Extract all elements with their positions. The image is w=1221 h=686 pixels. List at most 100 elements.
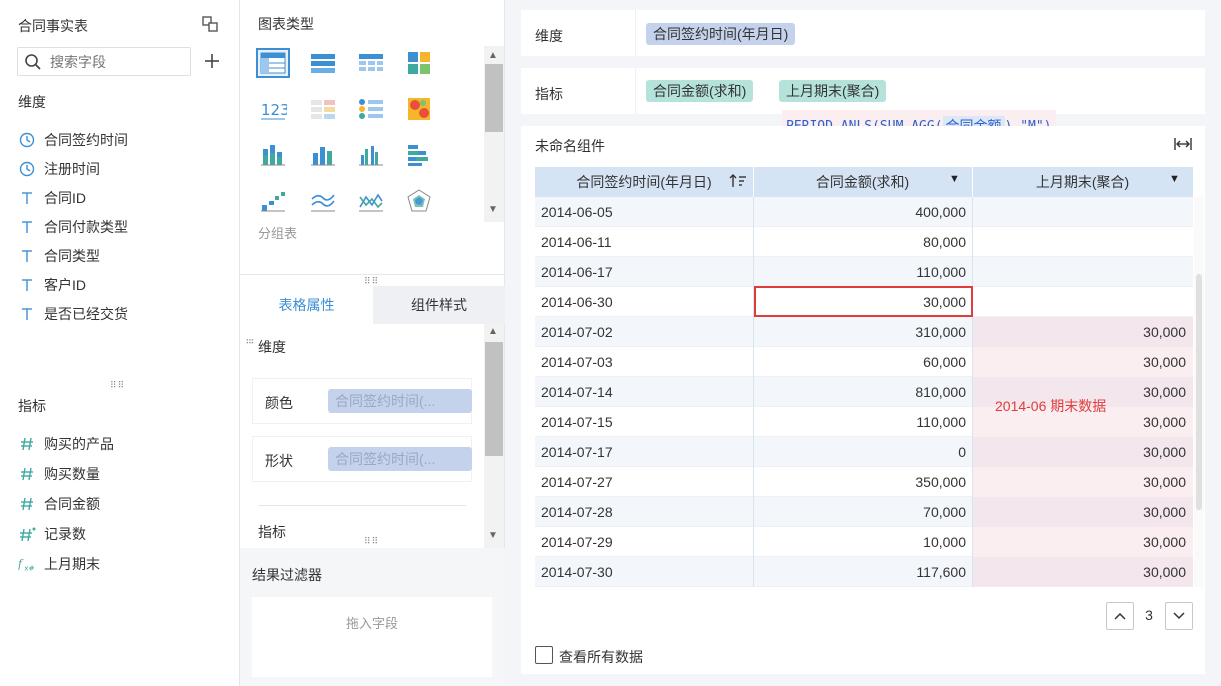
field-label: 记录数 [44,526,86,542]
metric-field[interactable]: f x# 上月期末 [18,552,100,576]
hash-icon [18,466,36,482]
metric-field[interactable]: 购买数量 [18,462,100,486]
text-field-icon [18,190,36,206]
table-row[interactable]: 2014-06-05 400,000 [535,197,1193,227]
metric-pill-last-month[interactable]: 上月期末(聚合) [779,80,887,102]
amount-cell: 10,000 [923,534,966,550]
column-header-date[interactable]: 合同签约时间(年月日) [535,167,753,197]
amount-cell: 810,000 [915,384,966,400]
heatmap-grid-icon[interactable] [402,48,436,78]
cross-table-icon[interactable] [306,48,340,78]
table-row[interactable]: 2014-07-29 10,000 30,000 [535,527,1193,557]
color-field-pill[interactable]: 合同签约时间(... [328,389,472,413]
search-box[interactable] [17,47,191,76]
dataset-title: 合同事实表 [18,18,88,34]
panel-resize-grip[interactable]: ⠿⠿ [364,536,379,547]
horizontal-bar-icon[interactable] [402,140,436,170]
shape-field-pill[interactable]: 合同签约时间(... [328,447,472,471]
record-count-icon [18,526,36,542]
table-row[interactable]: 2014-06-17 110,000 [535,257,1193,287]
fit-width-icon[interactable] [1173,135,1193,153]
bar-chart-icon[interactable] [306,140,340,170]
filter-drop-zone[interactable]: 拖入字段 [252,597,492,677]
dropdown-arrow-icon[interactable]: ▼ [949,173,960,185]
scroll-down-icon[interactable]: ▼ [488,204,498,215]
dimension-field[interactable]: 合同类型 [18,244,100,268]
heatmap-icon[interactable] [402,94,436,124]
dimension-pill[interactable]: 合同签约时间(年月日) [646,23,796,45]
previous-page-button[interactable] [1106,602,1134,630]
table-row[interactable]: 2014-07-02 310,000 30,000 [535,317,1193,347]
table-row[interactable]: 2014-07-28 70,000 30,000 [535,497,1193,527]
date-cell: 2014-07-30 [541,564,613,580]
scrollbar-thumb[interactable] [1196,274,1202,510]
grouped-bar-icon[interactable] [354,140,388,170]
page-number: 3 [1145,607,1153,623]
scroll-up-icon[interactable]: ▲ [488,326,498,337]
stacked-bar-icon[interactable] [256,140,290,170]
hash-icon [18,496,36,512]
annotation-text: 2014-06 期末数据 [995,398,1107,414]
divider [635,68,636,114]
date-cell: 2014-07-29 [541,534,613,550]
search-input[interactable] [50,53,180,70]
dimension-field[interactable]: 是否已经交货 [18,302,128,326]
step-chart-icon[interactable] [256,186,290,216]
text-field-icon [18,306,36,322]
dimension-shelf-label: 维度 [535,28,563,44]
scroll-up-icon[interactable]: ▲ [488,50,498,61]
last-month-cell: 30,000 [1143,504,1186,520]
date-cell: 2014-06-05 [541,204,613,220]
metric-field[interactable]: 合同金额 [18,492,100,516]
panel-resize-grip[interactable]: ⠿⠿ [110,380,125,391]
kpi-number-icon[interactable]: 123 [256,94,290,124]
tab-component-style[interactable]: 组件样式 [373,286,505,324]
dropdown-arrow-icon[interactable]: ▼ [1169,173,1180,185]
amount-cell: 110,000 [916,264,966,280]
scrollbar-thumb[interactable] [485,342,503,456]
metric-field[interactable]: 购买的产品 [18,432,114,456]
column-header-last-month[interactable]: 上月期末(聚合) [972,167,1193,197]
switch-dataset-icon[interactable] [200,14,220,34]
dot-table-icon[interactable] [354,94,388,124]
view-all-checkbox[interactable] [535,646,553,664]
sort-asc-icon[interactable] [729,173,747,189]
metric-field[interactable]: 记录数 [18,522,86,546]
detail-table-icon[interactable] [354,48,388,78]
line-chart-icon[interactable] [306,186,340,216]
field-label: 购买数量 [44,466,100,482]
last-month-cell [973,227,1186,257]
dimension-field[interactable]: 合同付款类型 [18,215,128,239]
filter-header: 结果过滤器 [252,567,322,583]
field-label: 注册时间 [44,161,100,177]
table-row[interactable]: 2014-06-11 80,000 [535,227,1193,257]
tab-table-properties[interactable]: 表格属性 [240,286,373,324]
view-all-label[interactable]: 查看所有数据 [559,647,643,667]
date-cell: 2014-06-30 [541,294,613,310]
scroll-down-icon[interactable]: ▼ [488,530,498,541]
dimension-field[interactable]: 注册时间 [18,157,100,181]
field-label: 合同签约时间 [44,132,128,148]
shape-label: 形状 [265,453,293,469]
dimension-field[interactable]: 客户ID [18,273,86,297]
radar-chart-icon[interactable] [402,186,436,216]
group-table-icon[interactable] [256,48,290,78]
table-row[interactable]: 2014-07-27 350,000 30,000 [535,467,1193,497]
table-row[interactable]: 2014-07-30 117,600 30,000 [535,557,1193,587]
next-page-button[interactable] [1165,602,1193,630]
add-field-icon[interactable] [202,51,222,71]
field-label: 客户ID [44,277,86,293]
metric-pill-amount[interactable]: 合同金额(求和) [646,80,754,102]
table-row[interactable]: 2014-07-03 60,000 30,000 [535,347,1193,377]
last-month-cell: 30,000 [1143,534,1186,550]
field-label: 购买的产品 [44,436,114,452]
scrollbar-thumb[interactable] [485,64,503,132]
column-header-amount[interactable]: 合同金额(求和) [753,167,972,197]
table-row[interactable]: 2014-07-17 0 30,000 [535,437,1193,467]
drag-grip[interactable]: ⠿ [244,338,254,346]
dimension-field[interactable]: 合同ID [18,186,86,210]
dimension-field[interactable]: 合同签约时间 [18,128,128,152]
chevron-down-icon [1173,612,1185,620]
number-table-icon[interactable] [306,94,340,124]
polyline-chart-icon[interactable] [354,186,388,216]
